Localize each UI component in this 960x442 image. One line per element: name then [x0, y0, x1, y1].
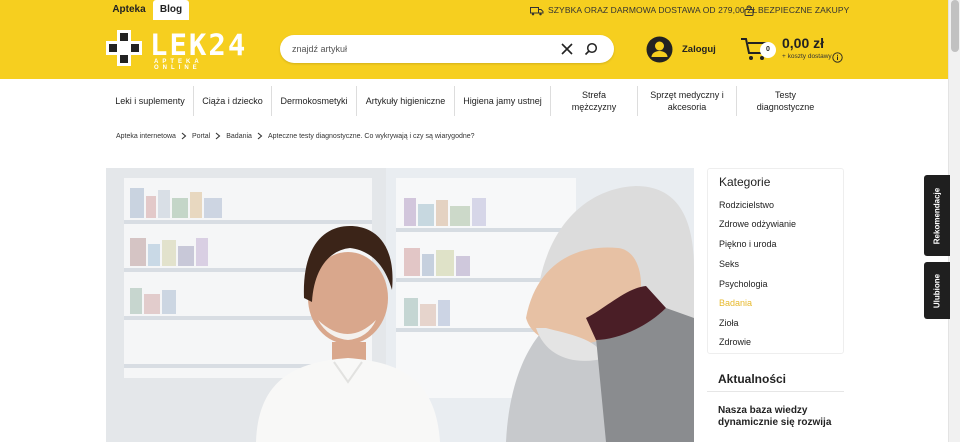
info-icon[interactable]: [832, 52, 843, 63]
article-hero-image: [106, 168, 694, 442]
category-tests[interactable]: Testy diagnostyczne: [736, 86, 834, 116]
chevron-right-icon: [181, 132, 187, 140]
category-nav: Leki i suplementy Ciąża i dziecko Dermok…: [106, 86, 834, 116]
chevron-right-icon: [257, 132, 263, 140]
category-meds[interactable]: Leki i suplementy: [106, 86, 193, 116]
category-pregnancy[interactable]: Ciąża i dziecko: [193, 86, 271, 116]
news-heading: Aktualności: [718, 372, 787, 386]
sidebar-title: Kategorie: [719, 175, 771, 189]
sidebar-item-sex[interactable]: Seks: [719, 259, 739, 269]
scrollbar-thumb[interactable]: [951, 0, 959, 52]
cart-button[interactable]: 0: [740, 36, 776, 67]
truck-icon: [530, 6, 544, 16]
recommendations-label: Rekomendacje: [932, 187, 942, 244]
delivery-promo: SZYBKA ORAZ DARMOWA DOSTAWA OD 279,00 ZŁ: [530, 4, 757, 16]
secure-text: BEZPIECZNE ZAKUPY: [758, 5, 850, 15]
sidebar-item-parenting[interactable]: Rodzicielstwo: [719, 200, 774, 210]
sidebar-item-research[interactable]: Badania: [719, 298, 752, 308]
divider: [707, 391, 844, 392]
breadcrumb-home[interactable]: Apteka internetowa: [116, 133, 176, 140]
search-input[interactable]: [292, 35, 552, 63]
sidebar-item-healthy-eating[interactable]: Zdrowe odżywianie: [719, 219, 796, 229]
recommendations-tab[interactable]: Rekomendacje: [924, 175, 950, 256]
lock-icon: [744, 5, 754, 17]
logo[interactable]: LEK24 APTEKA ONLINE: [106, 28, 248, 71]
shipping-note: + koszty dostawy: [782, 53, 832, 60]
breadcrumb: Apteka internetowa Portal Badania Aptecz…: [116, 132, 475, 140]
logo-subtitle: APTEKA ONLINE: [154, 59, 203, 71]
cart-total[interactable]: 0,00 zł: [782, 35, 824, 51]
pharmacy-photo: [106, 168, 694, 442]
news-item-link[interactable]: Nasza baza wiedzy dynamicznie się rozwij…: [718, 405, 838, 429]
delivery-text: SZYBKA ORAZ DARMOWA DOSTAWA OD 279,00 ZŁ: [548, 5, 758, 15]
search-bar: [280, 35, 614, 63]
cross-logo-icon: [106, 30, 142, 66]
header-bar: Apteka Blog SZYBKA ORAZ DARMOWA DOSTAWA …: [0, 0, 948, 79]
login-label: Zaloguj: [682, 44, 716, 55]
breadcrumb-portal[interactable]: Portal: [192, 133, 210, 140]
secure-promo: BEZPIECZNE ZAKUPY: [744, 4, 850, 17]
tab-blog[interactable]: Blog: [153, 0, 189, 20]
favorites-label: Ulubione: [932, 273, 942, 308]
category-hygiene[interactable]: Artykuły higieniczne: [356, 86, 454, 116]
login-button[interactable]: Zaloguj: [646, 36, 716, 64]
cart-count-badge: 0: [760, 42, 776, 58]
category-sidebar: Kategorie Rodzicielstwo Zdrowe odżywiani…: [707, 168, 844, 354]
clear-icon[interactable]: [560, 42, 574, 56]
user-icon: [646, 36, 673, 63]
category-oral[interactable]: Higiena jamy ustnej: [454, 86, 550, 116]
search-icon[interactable]: [584, 42, 598, 56]
favorites-tab[interactable]: Ulubione: [924, 262, 950, 319]
category-medical-equipment[interactable]: Sprzęt medyczny i akcesoria: [637, 86, 736, 116]
category-men[interactable]: Strefa mężczyzny: [550, 86, 637, 116]
category-dermo[interactable]: Dermokosmetyki: [271, 86, 356, 116]
sidebar-item-psychology[interactable]: Psychologia: [719, 279, 768, 289]
chevron-right-icon: [215, 132, 221, 140]
logo-text: LEK24: [150, 28, 248, 62]
sidebar-item-beauty[interactable]: Piękno i uroda: [719, 239, 777, 249]
sidebar-item-health[interactable]: Zdrowie: [719, 337, 751, 347]
breadcrumb-current: Apteczne testy diagnostyczne. Co wykrywa…: [267, 132, 475, 140]
breadcrumb-tests[interactable]: Badania: [226, 133, 252, 140]
tab-pharmacy[interactable]: Apteka: [106, 0, 152, 20]
sidebar-item-herbs[interactable]: Zioła: [719, 318, 739, 328]
